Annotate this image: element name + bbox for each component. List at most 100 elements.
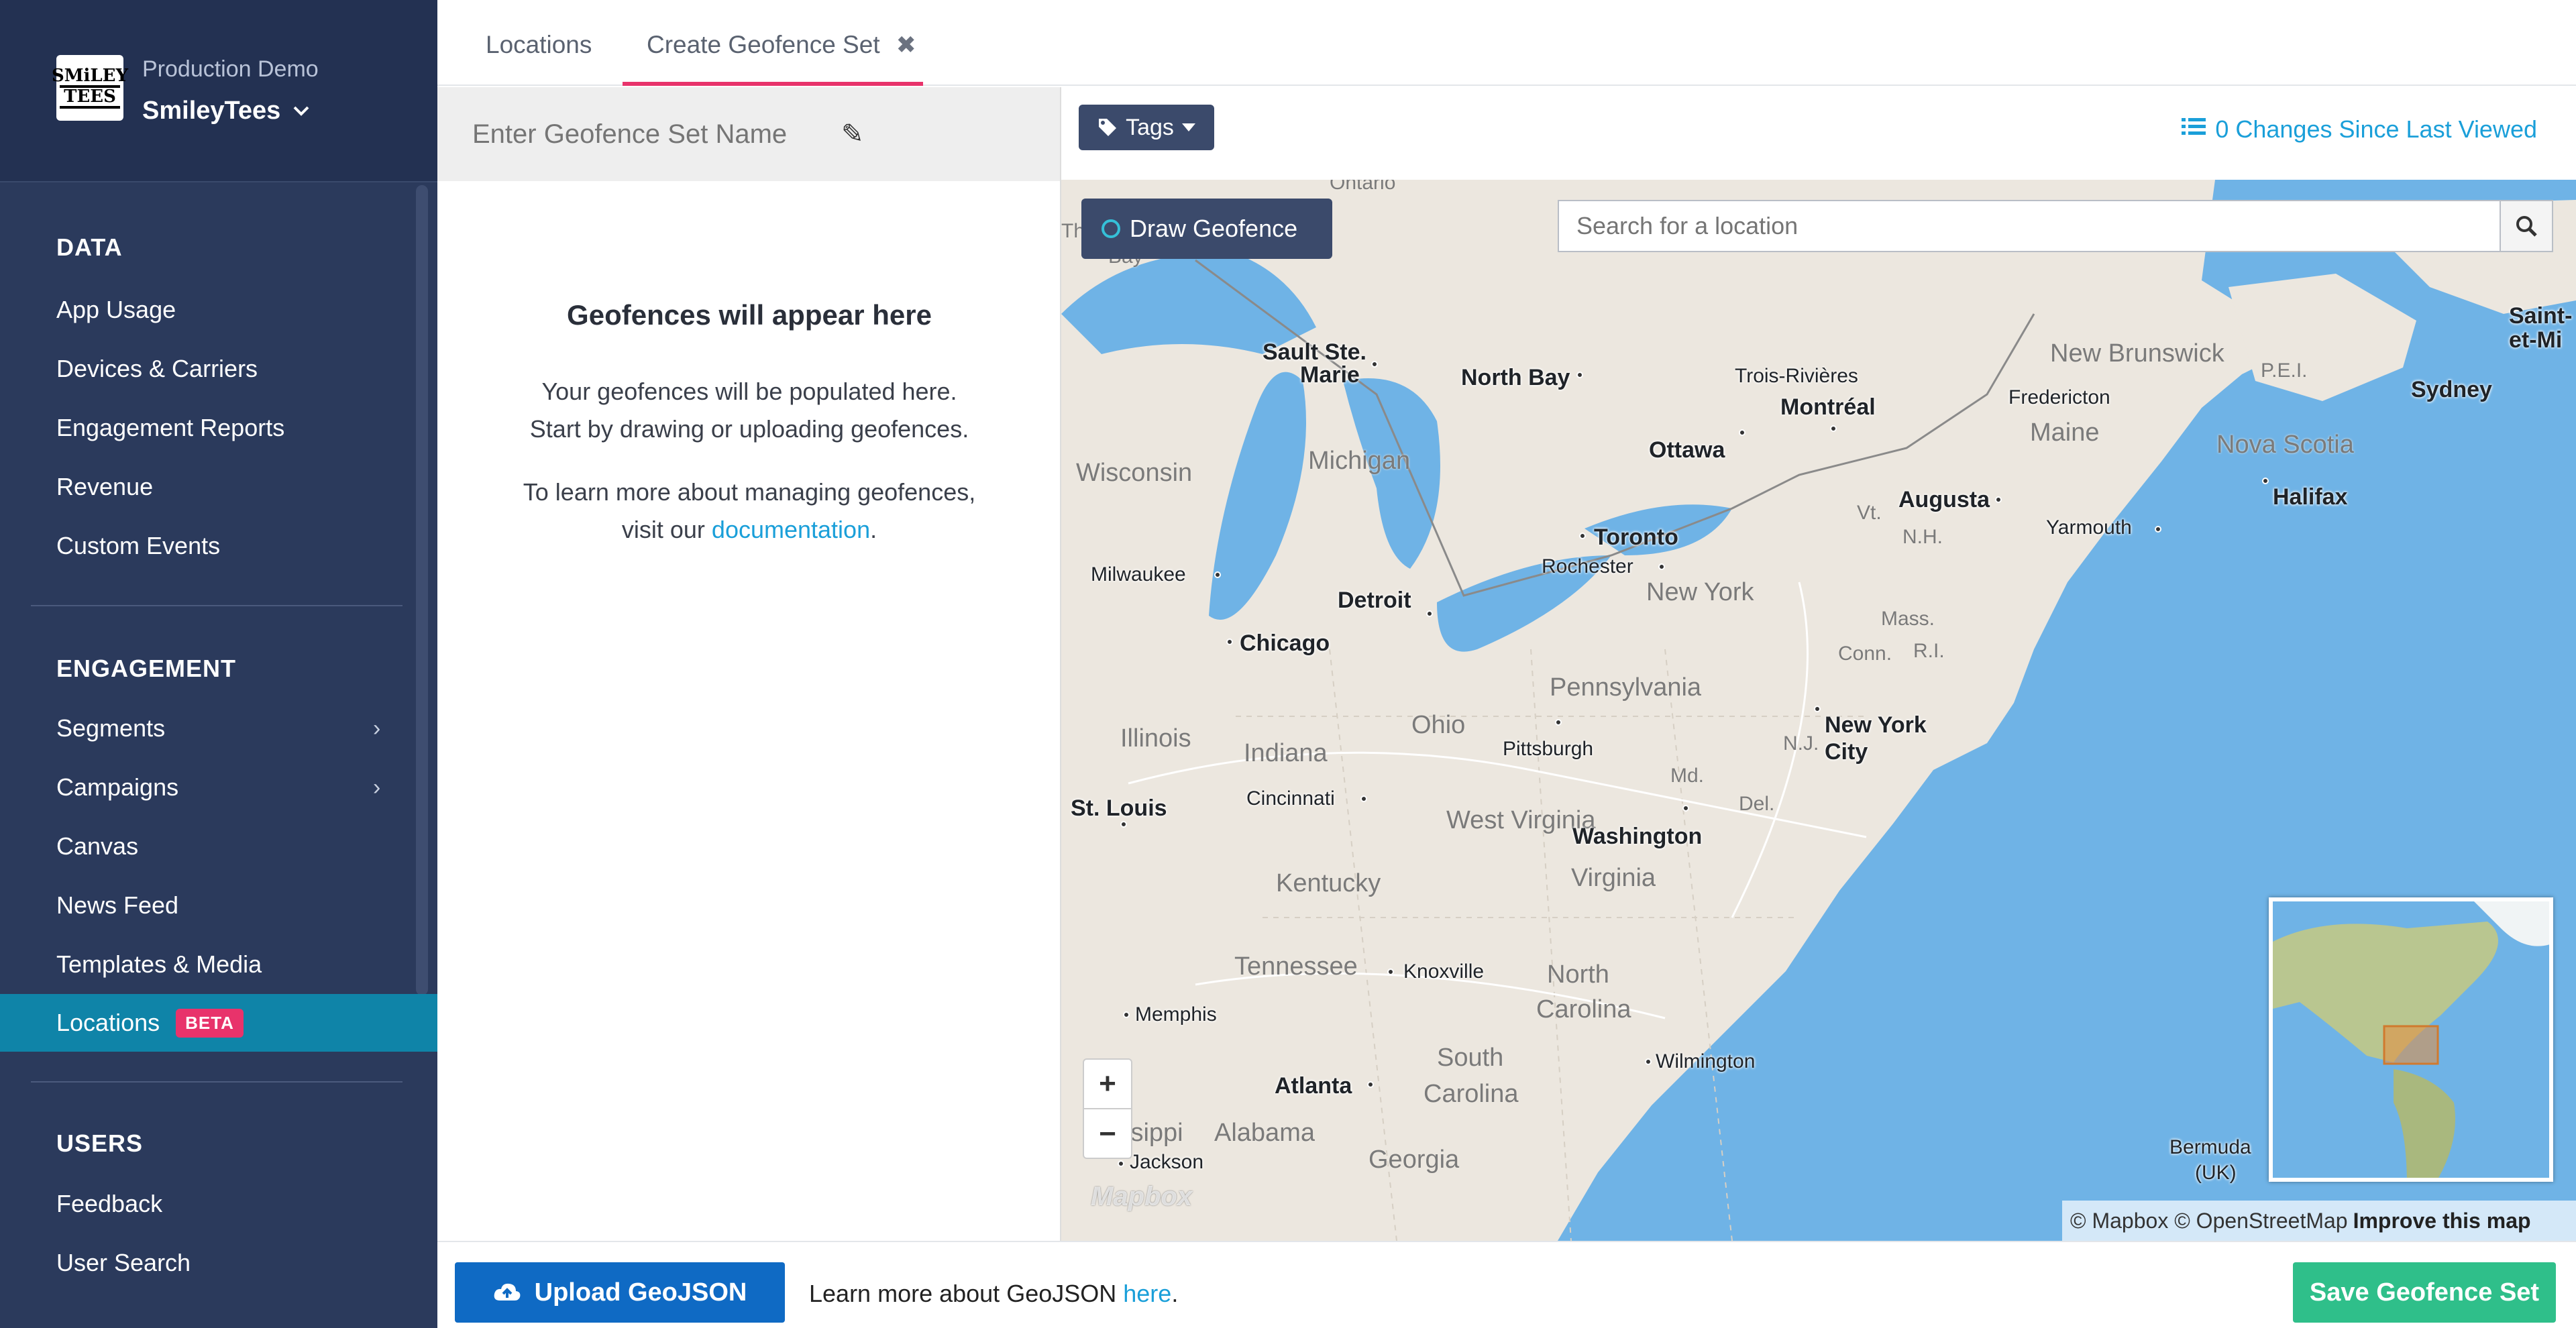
map-region-label: New Brunswick	[2050, 339, 2224, 368]
map-region-label: Georgia	[1368, 1146, 1460, 1174]
map-city-label: Detroit	[1338, 588, 1411, 613]
close-icon[interactable]: ✖	[896, 31, 916, 82]
map-region-label: Carolina	[1536, 995, 1631, 1023]
sidebar-item-templates-media[interactable]: Templates & Media	[0, 936, 437, 993]
map-city-label: Pittsburgh	[1503, 738, 1594, 760]
map-region-label: Ohio	[1411, 711, 1466, 739]
sidebar-item-custom-events[interactable]: Custom Events	[0, 517, 437, 575]
map-region-label: Alabama	[1214, 1119, 1315, 1147]
sidebar-item-revenue[interactable]: Revenue	[0, 458, 437, 516]
map-city-label: North Bay	[1461, 365, 1570, 390]
sidebar-item-label: Locations	[56, 1009, 160, 1036]
search-icon	[2516, 216, 2537, 237]
map-city-marker	[1739, 429, 1746, 436]
tab-locations[interactable]: Locations	[486, 31, 592, 59]
map-city-label: (UK)	[2195, 1162, 2237, 1184]
sidebar-item-engagement-reports[interactable]: Engagement Reports	[0, 399, 437, 457]
map-region-label: New York	[1646, 578, 1754, 606]
map-region-label: Conn.	[1838, 643, 1892, 665]
map-city-marker	[1645, 1058, 1652, 1065]
map-city-label: Wilmington	[1656, 1050, 1756, 1072]
zoom-out-button[interactable]: −	[1084, 1109, 1131, 1159]
attribution-text[interactable]: © Mapbox © OpenStreetMap	[2070, 1209, 2348, 1233]
org-subtitle: Production Demo	[142, 56, 319, 82]
map-city-label: Saint-	[2509, 303, 2573, 329]
map-region-label: Michigan	[1308, 447, 1411, 475]
pencil-icon[interactable]: ✎	[841, 119, 864, 150]
documentation-link[interactable]: documentation	[712, 516, 870, 543]
tab-label: Create Geofence Set	[647, 31, 880, 58]
improve-map-link[interactable]: Improve this map	[2353, 1209, 2531, 1233]
map-city-label: Montréal	[1780, 394, 1876, 420]
map-region-label: Ontario	[1330, 180, 1396, 194]
map-region-label: Mass.	[1881, 608, 1935, 630]
map-city-marker	[1387, 969, 1394, 975]
org-switcher[interactable]: SmileyTees	[142, 97, 310, 125]
map-city-label: Chicago	[1240, 630, 1330, 656]
location-search-input[interactable]	[1558, 200, 2500, 252]
geofence-list-panel: Geofences will appear here Your geofence…	[437, 181, 1061, 1241]
sidebar-divider	[31, 1081, 402, 1083]
top-tabs: Locations Create Geofence Set ✖	[437, 0, 2576, 86]
empty-state-line: Your geofences will be populated here.	[541, 378, 957, 405]
mapbox-logo[interactable]: Mapbox	[1091, 1182, 1192, 1212]
sidebar-divider	[31, 605, 402, 606]
sidebar-item-devices-carriers[interactable]: Devices & Carriers	[0, 340, 437, 398]
map-region-label: Virginia	[1571, 864, 1656, 892]
map-city-label: Bermuda	[2169, 1136, 2251, 1158]
geofence-set-name-input[interactable]	[472, 119, 821, 150]
changes-label: 0 Changes Since Last Viewed	[2215, 115, 2537, 143]
zoom-in-button[interactable]: +	[1084, 1060, 1131, 1109]
map-region-label: Kentucky	[1276, 869, 1381, 897]
map-canvas[interactable]: Ontario Th Bay Wisconsin Michigan New Br…	[1061, 180, 2576, 1241]
map-city-marker	[2262, 478, 2269, 484]
map-city-label: Jackson	[1130, 1151, 1204, 1173]
sidebar-item-canvas[interactable]: Canvas	[0, 818, 437, 875]
changes-since-viewed-link[interactable]: 0 Changes Since Last Viewed	[2182, 115, 2537, 144]
sidebar-item-app-usage[interactable]: App Usage	[0, 281, 437, 339]
save-geofence-set-button[interactable]: Save Geofence Set	[2293, 1262, 2556, 1323]
minimap-world	[2273, 901, 2549, 1178]
empty-state-title: Geofences will appear here	[567, 299, 932, 331]
empty-state-text: Your geofences will be populated here. S…	[437, 373, 1061, 448]
org-name: SmileyTees	[142, 97, 281, 125]
company-logo[interactable]: SMiLEY TEES	[52, 55, 128, 121]
sidebar-item-feedback[interactable]: Feedback	[0, 1175, 437, 1233]
tags-dropdown-button[interactable]: Tags	[1079, 105, 1214, 150]
sidebar-item-segments[interactable]: Segments ›	[0, 700, 437, 757]
map-city-label: Atlanta	[1275, 1073, 1352, 1099]
search-button[interactable]	[2500, 200, 2553, 252]
logo-text-line1: SMiLEY	[51, 66, 129, 86]
overview-minimap[interactable]	[2269, 897, 2553, 1182]
docs-line: visit our documentation.	[437, 511, 1061, 549]
map-city-label: Memphis	[1135, 1003, 1217, 1026]
map-city-marker	[1226, 639, 1233, 645]
draw-geofence-button[interactable]: Draw Geofence	[1081, 199, 1332, 259]
map-city-marker	[1367, 1081, 1374, 1088]
section-users: USERS	[56, 1129, 144, 1157]
map-region-label: N.J.	[1783, 732, 1819, 755]
map-region-label: Illinois	[1120, 724, 1191, 753]
sidebar-item-user-search[interactable]: User Search	[0, 1234, 437, 1292]
map-city-marker	[1371, 361, 1378, 368]
sidebar-item-label: Campaigns	[56, 773, 179, 801]
draw-geofence-label: Draw Geofence	[1130, 215, 1298, 242]
sidebar: SMiLEY TEES Production Demo SmileyTees D…	[0, 0, 437, 1328]
sidebar-item-news-feed[interactable]: News Feed	[0, 877, 437, 934]
learn-prefix: Learn more about GeoJSON	[809, 1280, 1117, 1307]
map-region-label: N.H.	[1902, 526, 1943, 548]
sidebar-item-locations[interactable]: Locations BETA	[0, 994, 437, 1052]
geojson-help-link[interactable]: here	[1123, 1280, 1171, 1307]
map-city-label: et-Mi	[2509, 327, 2563, 353]
geojson-help-text: Learn more about GeoJSON here.	[809, 1280, 1178, 1308]
upload-geojson-button[interactable]: Upload GeoJSON	[455, 1262, 785, 1323]
map-city-label: St. Louis	[1071, 795, 1167, 821]
map-city-marker	[1682, 805, 1689, 812]
map-city-marker	[1830, 425, 1837, 432]
map-city-marker	[1426, 610, 1433, 617]
map-city-marker	[2155, 526, 2161, 533]
map-city-marker	[1555, 719, 1562, 726]
tab-create-geofence-set[interactable]: Create Geofence Set ✖	[623, 31, 923, 86]
sidebar-item-campaigns[interactable]: Campaigns ›	[0, 759, 437, 816]
sidebar-item-label: Segments	[56, 714, 166, 742]
